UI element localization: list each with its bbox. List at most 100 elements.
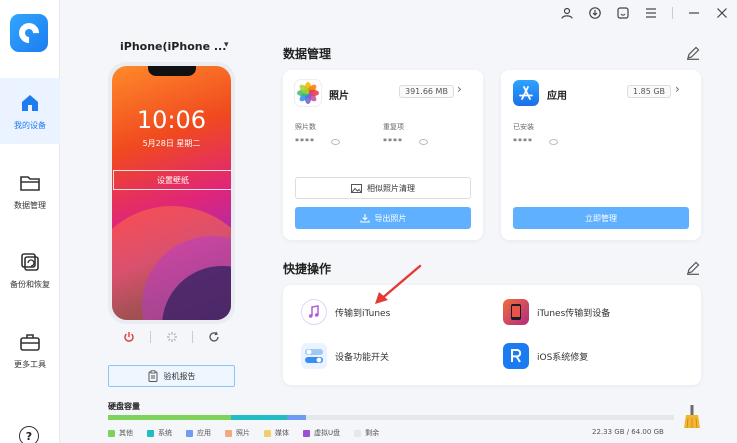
feedback-icon[interactable] [616,6,630,20]
legend-swatch [303,429,310,437]
installed-value: **** [513,137,533,146]
data-management-title: 数据管理 [283,47,332,61]
itunes-icon [301,299,327,325]
sidebar-item-backup[interactable]: 备份和恢复 [0,237,60,303]
disk-legend: 其他 系统 应用 照片 媒体 虚拟U盘 剩余 [108,428,379,438]
image-icon [351,183,362,193]
legend-label: 应用 [197,429,211,437]
folder-icon [19,172,41,194]
legend-label: 虚拟U盘 [314,429,341,437]
legend-item: 应用 [186,428,211,438]
sidebar-item-label: 我的设备 [14,120,46,130]
app-store-icon [513,80,539,106]
duplicates-label: 重复项 [383,123,404,131]
user-icon[interactable] [560,6,574,20]
menu-icon[interactable] [644,6,658,20]
phone-preview: 10:06 5月28日 星期二 设置壁纸 [108,62,235,324]
apps-name: 应用 [547,91,567,102]
export-icon [359,214,370,223]
disk-capacity-title: 硬盘容量 [108,402,140,411]
minimize-icon[interactable] [687,6,701,20]
sidebar-item-my-device[interactable]: 我的设备 [0,78,60,144]
ios-system-repair[interactable]: iOS系统修复 [503,343,588,369]
edit-icon[interactable] [686,261,700,275]
legend-swatch [264,429,271,437]
manage-apps-button[interactable]: 立即管理 [513,207,689,229]
lock-screen-date: 5月28日 星期二 [142,139,201,148]
phone-notch [148,66,196,76]
chevron-right-icon[interactable]: › [457,82,462,96]
edit-icon[interactable] [686,46,700,60]
duplicates-value: **** [383,137,403,146]
legend-swatch [147,429,154,437]
export-photos-label: 导出照片 [374,213,407,223]
photos-name: 照片 [329,91,349,102]
legend-swatch [354,429,362,437]
legend-item: 剩余 [354,428,379,438]
photos-size: 391.66 MB [399,85,454,98]
photo-count-label: 照片数 [295,123,316,131]
quick-action-label: iTunes传输到设备 [537,308,611,319]
photos-card: 照片 391.66 MB › 照片数 **** 重复项 **** 相似照片清理 … [283,70,483,240]
power-icon[interactable] [108,331,150,343]
titlebar-separator [672,7,673,19]
home-icon [19,92,41,114]
export-photos-button[interactable]: 导出照片 [295,207,471,229]
set-wallpaper-button[interactable]: 设置壁纸 [113,170,231,190]
legend-label: 系统 [158,429,172,437]
backup-icon [19,251,41,273]
itunes-to-device[interactable]: iTunes传输到设备 [503,299,610,325]
installed-label: 已安装 [513,123,534,131]
eye-icon[interactable] [331,139,340,145]
sidebar-item-label: 更多工具 [14,359,46,369]
legend-item: 系统 [147,428,172,438]
phone-controls [108,326,235,348]
sidebar-item-label: 备份和恢复 [10,279,50,289]
disk-segment-0 [108,415,231,420]
eye-icon[interactable] [549,139,558,145]
quick-actions-title: 快捷操作 [283,262,332,276]
chevron-right-icon[interactable]: › [675,82,680,96]
disk-usage-bar [108,415,674,420]
download-icon[interactable] [588,6,602,20]
eye-icon[interactable] [419,139,428,145]
sidebar-item-more-tools[interactable]: 更多工具 [0,317,60,383]
similar-photos-cleanup-button[interactable]: 相似照片清理 [295,177,471,199]
device-report-button[interactable]: 验机报告 [108,365,235,387]
legend-item: 虚拟U盘 [303,428,340,438]
itunes-to-device-icon [503,299,529,325]
phone-screen: 10:06 5月28日 星期二 设置壁纸 [112,66,231,320]
legend-label: 媒体 [275,429,289,437]
legend-label: 照片 [236,429,250,437]
disk-used-size: 22.33 GB / 64.00 GB [592,428,664,436]
toolbox-icon [19,331,41,353]
titlebar-controls [560,6,729,20]
disk-segment-2 [287,415,306,420]
chevron-down-icon[interactable]: ▾ [224,40,229,50]
annotation-arrow [375,264,422,304]
legend-item: 媒体 [264,428,289,438]
legend-item: 照片 [225,428,250,438]
broom-icon[interactable] [683,405,701,429]
quick-actions-card: 传输到iTunes iTunes传输到设备 设备功能开关 iOS系统修复 [283,285,701,385]
refresh-icon[interactable] [193,331,235,343]
similar-photos-label: 相似照片清理 [367,183,415,193]
legend-item: 其他 [108,428,133,438]
legend-swatch [186,429,193,437]
photos-icon [295,80,321,106]
device-feature-toggle[interactable]: 设备功能开关 [301,343,389,369]
app-logo [10,14,48,52]
lock-screen-time: 10:06 [136,106,207,134]
disk-segment-1 [230,415,288,420]
legend-swatch [108,429,115,437]
help-button[interactable]: ? [19,426,39,443]
legend-label: 剩余 [365,429,380,437]
apps-size: 1.85 GB [627,85,672,98]
sidebar-item-data-management[interactable]: 数据管理 [0,158,60,224]
device-name[interactable]: iPhone(iPhone ... [120,40,226,53]
loading-icon[interactable] [151,331,193,343]
legend-label: 其他 [119,429,133,437]
toggle-icon [301,343,327,369]
close-icon[interactable] [715,6,729,20]
photo-count-value: **** [295,137,315,146]
